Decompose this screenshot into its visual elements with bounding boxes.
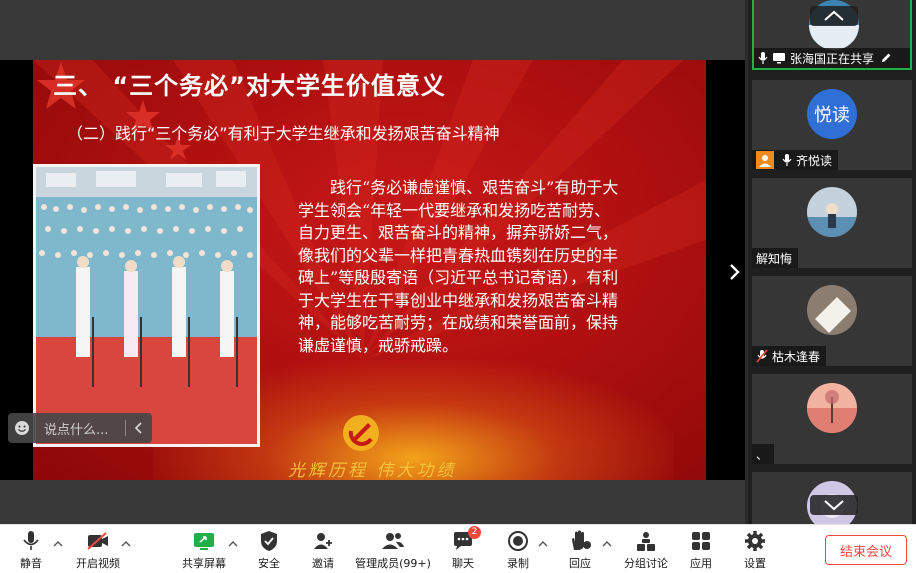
record-options-chevron-up-icon[interactable]: [538, 539, 548, 549]
record-icon: [508, 530, 528, 551]
microphone-muted-icon: [756, 349, 768, 363]
party-emblem-icon: [343, 415, 379, 451]
avatar: [807, 187, 857, 237]
meeting-toolbar: 静音 开启视频 共享屏幕 安全 邀请 管理成员(99+) 2 聊天 录制 回应 …: [0, 524, 916, 573]
chat-unread-badge: 2: [468, 526, 481, 539]
scroll-down-button[interactable]: [810, 495, 858, 515]
avatar: [807, 383, 857, 433]
user-avatar-icon: [756, 151, 774, 169]
slide-title: 三、 “三个务必”对大学生价值意义: [53, 72, 446, 100]
microphone-icon: [782, 154, 792, 166]
mute-button[interactable]: 静音: [14, 529, 48, 571]
video-off-icon: [87, 531, 108, 550]
pencil-icon[interactable]: [880, 52, 892, 64]
reaction-button[interactable]: 回应: [566, 529, 594, 571]
collapse-panel-chevron-right-icon[interactable]: [727, 262, 743, 282]
comment-input-placeholder[interactable]: 说点什么...: [36, 419, 125, 438]
participant-name-tag: 解知悔: [752, 248, 799, 268]
participant-name: 张海国正在共享: [790, 51, 875, 66]
participants-icon: [382, 532, 404, 549]
participant-name: 齐悦读: [796, 153, 833, 168]
mute-options-chevron-up-icon[interactable]: [53, 539, 63, 549]
participant-name-tag: 齐悦读: [752, 150, 839, 170]
add-user-icon: [314, 532, 332, 549]
invite-button[interactable]: 邀请: [309, 529, 337, 571]
settings-button[interactable]: 设置: [742, 529, 768, 571]
chevron-down-icon: [824, 500, 844, 511]
participant-tile[interactable]: 悦读 齐悦读: [752, 80, 912, 170]
participant-name: 解知悔: [756, 251, 793, 266]
apps-grid-icon: [692, 531, 710, 550]
start-video-button[interactable]: 开启视频: [72, 529, 124, 571]
screen-share-icon: [194, 532, 214, 550]
video-options-chevron-up-icon[interactable]: [121, 539, 131, 549]
participant-name-tag: 枯木逢春: [752, 346, 827, 366]
share-screen-button[interactable]: 共享屏幕: [180, 529, 228, 571]
participant-video-panel: 张海国正在共享 悦读 齐悦读 解知悔 枯木逢春 、: [748, 0, 916, 532]
participant-tile[interactable]: 、: [752, 374, 912, 464]
slide-body-text: 践行“务必谦虚谨慎、艰苦奋斗”有助于大学生领会“年轻一代要继承和发扬吃苦耐劳、自…: [298, 178, 619, 355]
participant-tile[interactable]: 枯木逢春: [752, 276, 912, 366]
microphone-icon: [23, 530, 39, 550]
chat-button[interactable]: 2 聊天: [450, 526, 481, 571]
comment-input-bar[interactable]: 说点什么...: [8, 413, 152, 443]
avatar: 悦读: [807, 89, 857, 139]
end-meeting-button[interactable]: 结束会议: [825, 535, 907, 565]
manage-participants-button[interactable]: 管理成员(99+): [355, 529, 431, 571]
apps-button[interactable]: 应用: [688, 529, 714, 571]
microphone-icon: [758, 52, 768, 64]
breakout-rooms-button[interactable]: 分组讨论: [621, 529, 671, 571]
participant-name: 枯木逢春: [772, 349, 821, 364]
breakout-icon: [637, 531, 655, 551]
record-button[interactable]: 录制: [505, 529, 531, 571]
scroll-up-button[interactable]: [810, 6, 858, 26]
gear-icon: [745, 530, 765, 551]
slide-subtitle: （二）践行“三个务必”有利于大学生继承和发扬艰苦奋斗精神: [67, 124, 500, 143]
participant-name: 、: [756, 447, 769, 462]
participant-tile[interactable]: 解知悔: [752, 178, 912, 268]
avatar: [807, 285, 857, 335]
shield-icon: [261, 530, 277, 551]
emoji-icon[interactable]: [8, 413, 36, 443]
share-options-chevron-up-icon[interactable]: [228, 539, 238, 549]
chevron-up-icon: [824, 10, 844, 21]
chevron-left-icon[interactable]: [126, 413, 152, 443]
hand-raise-icon: [572, 530, 591, 550]
reaction-options-chevron-up-icon[interactable]: [602, 539, 612, 549]
slide-slogan: 光辉历程 伟大功绩: [288, 461, 457, 480]
security-button[interactable]: 安全: [255, 529, 283, 571]
screen-share-icon: [773, 53, 785, 64]
ceremony-photo: [33, 164, 260, 447]
participant-name-tag: 、: [752, 444, 775, 464]
participant-name-tag: 张海国正在共享: [754, 48, 910, 68]
